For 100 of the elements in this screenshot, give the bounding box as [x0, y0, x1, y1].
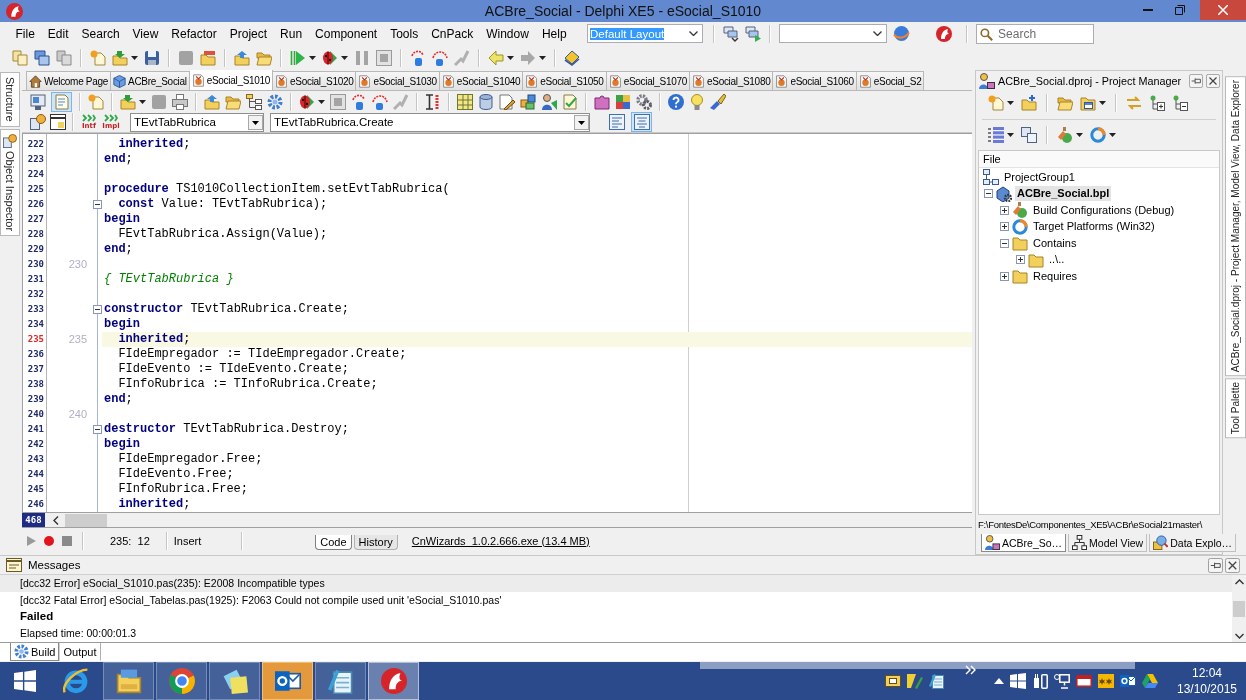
message-item[interactable]: [dcc32 Error] eSocial_S1010.pas(235): E2008 Incompatible types — [0, 575, 1232, 592]
panel-tab[interactable]: ACBre_So… — [981, 534, 1067, 552]
up-arrow-icon[interactable] — [994, 678, 1004, 684]
person-icon[interactable] — [541, 93, 557, 110]
tree-item[interactable]: Contains — [1031, 235, 1079, 251]
editor-tab[interactable]: eSocial_S1080 — [690, 71, 774, 90]
card-icon[interactable] — [1076, 673, 1092, 689]
tree-item[interactable]: ACBre_Social.bpl — [1015, 186, 1112, 202]
caret-icon[interactable] — [1007, 101, 1014, 105]
search-icon[interactable] — [980, 27, 994, 41]
collapse-icon[interactable] — [92, 305, 102, 314]
scrollbar-thumb[interactable] — [1233, 601, 1245, 617]
printer-icon[interactable] — [172, 93, 188, 110]
round-browser-icon[interactable] — [168, 668, 195, 694]
caret-icon[interactable] — [1007, 133, 1014, 137]
box-icon[interactable] — [885, 673, 901, 689]
pin-icon[interactable] — [1208, 557, 1223, 573]
folder-icon[interactable] — [115, 668, 142, 694]
database-search-icon[interactable] — [1153, 535, 1169, 550]
editor-tab[interactable]: eSocial_S1050 — [523, 71, 607, 90]
window-icon[interactable] — [50, 114, 66, 130]
tree-add-icon[interactable] — [1149, 95, 1165, 111]
panel-tab[interactable]: Build — [10, 643, 60, 661]
open-folder-icon[interactable] — [1057, 95, 1073, 111]
editor-tab[interactable]: eSocial_S1020 — [273, 71, 357, 90]
open-folder-icon[interactable] — [256, 49, 272, 66]
expand-icon[interactable] — [1016, 255, 1025, 265]
sticky-notes-icon[interactable] — [221, 668, 248, 694]
caret-icon[interactable] — [131, 55, 138, 60]
open-folder-icon[interactable] — [225, 93, 241, 110]
scrollbar-thumb[interactable] — [65, 513, 107, 527]
menu-item[interactable]: File — [9, 24, 42, 43]
orb-icon[interactable] — [893, 25, 911, 42]
ruler-icon[interactable] — [425, 93, 441, 110]
menu-item[interactable]: Search — [75, 24, 127, 43]
app-logo-icon[interactable] — [380, 668, 407, 694]
double-arrow-icon[interactable] — [82, 114, 96, 122]
document-icon[interactable] — [775, 74, 789, 88]
bulb-icon[interactable] — [689, 93, 705, 110]
notepad-icon[interactable] — [327, 668, 354, 694]
cube-icon[interactable] — [113, 74, 127, 88]
collapse-icon[interactable] — [92, 425, 102, 434]
scroll-down-icon[interactable] — [1234, 633, 1244, 639]
add-folder-icon[interactable] — [1021, 95, 1037, 111]
view-tab[interactable]: Code — [315, 535, 352, 550]
menu-item[interactable]: View — [126, 24, 165, 43]
tree-item[interactable]: Requires — [1031, 268, 1080, 284]
menu-item[interactable]: Run — [273, 24, 309, 43]
close-button[interactable] — [1200, 0, 1246, 20]
folder-arrow-icon[interactable] — [234, 49, 250, 66]
boxes-icon[interactable] — [520, 93, 536, 110]
search-field[interactable]: Search — [976, 23, 1095, 44]
mail-icon[interactable] — [1120, 673, 1136, 689]
folder-icon[interactable] — [200, 49, 216, 66]
editor-tab[interactable]: eSocial_S1040 — [439, 71, 524, 90]
document-icon[interactable] — [525, 74, 539, 88]
power-icon[interactable] — [1032, 673, 1048, 689]
start-icon[interactable] — [14, 670, 36, 692]
column-header[interactable]: File — [983, 153, 1001, 165]
menu-item[interactable]: Help — [535, 24, 574, 43]
window-panes-icon[interactable] — [1010, 673, 1026, 689]
editor-tab[interactable]: eSocial_S2 — [856, 71, 925, 90]
caret-icon[interactable] — [341, 55, 348, 60]
document-check-icon[interactable] — [562, 93, 578, 110]
folder-arrow-icon[interactable] — [204, 93, 220, 110]
stacked-windows-icon[interactable] — [723, 25, 740, 42]
menu-item[interactable]: CnPack — [424, 24, 480, 43]
collapse-icon[interactable] — [92, 200, 102, 209]
step-icon[interactable] — [410, 49, 426, 66]
editor-tab[interactable]: eSocial_S1060 — [773, 71, 857, 90]
panel-tab[interactable]: Data Explo… — [1149, 534, 1237, 552]
editor-tab[interactable]: eSocial_S1030 — [356, 71, 440, 90]
document-icon[interactable] — [191, 73, 205, 87]
message-item[interactable]: Elapsed time: 00:00:01.3 — [0, 624, 1232, 641]
view-tab[interactable]: History — [353, 535, 398, 550]
diagram-icon[interactable] — [1072, 535, 1088, 550]
chevron-icon[interactable] — [965, 665, 976, 675]
side-tab[interactable]: Structure — [0, 72, 20, 127]
expand-icon[interactable] — [1000, 222, 1009, 232]
stop-icon[interactable] — [62, 535, 72, 546]
stacked-windows-icon[interactable] — [745, 25, 762, 42]
component-icon[interactable] — [30, 114, 46, 130]
scroll-up-icon[interactable] — [1234, 579, 1244, 585]
side-tab[interactable]: Object Inspector — [0, 128, 20, 236]
puzzle-icon[interactable] — [594, 93, 610, 110]
e-browser-icon[interactable] — [62, 668, 89, 694]
notepad-icon[interactable] — [929, 673, 945, 689]
hierarchy-icon[interactable] — [246, 93, 262, 110]
gear-icon[interactable] — [14, 644, 29, 659]
windows-icon[interactable] — [34, 49, 50, 66]
double-arrow-icon[interactable] — [104, 114, 118, 122]
copy-icon[interactable] — [1021, 127, 1037, 143]
calendar-folder-icon[interactable] — [1080, 95, 1096, 111]
menu-item[interactable]: Refactor — [164, 24, 224, 43]
blocks-icon[interactable] — [615, 93, 631, 110]
save-icon[interactable] — [144, 49, 160, 66]
panel-tab[interactable]: Model View — [1068, 534, 1148, 552]
caret-icon[interactable] — [309, 55, 316, 60]
help-icon[interactable] — [668, 93, 684, 110]
gear-icon[interactable] — [267, 93, 283, 110]
